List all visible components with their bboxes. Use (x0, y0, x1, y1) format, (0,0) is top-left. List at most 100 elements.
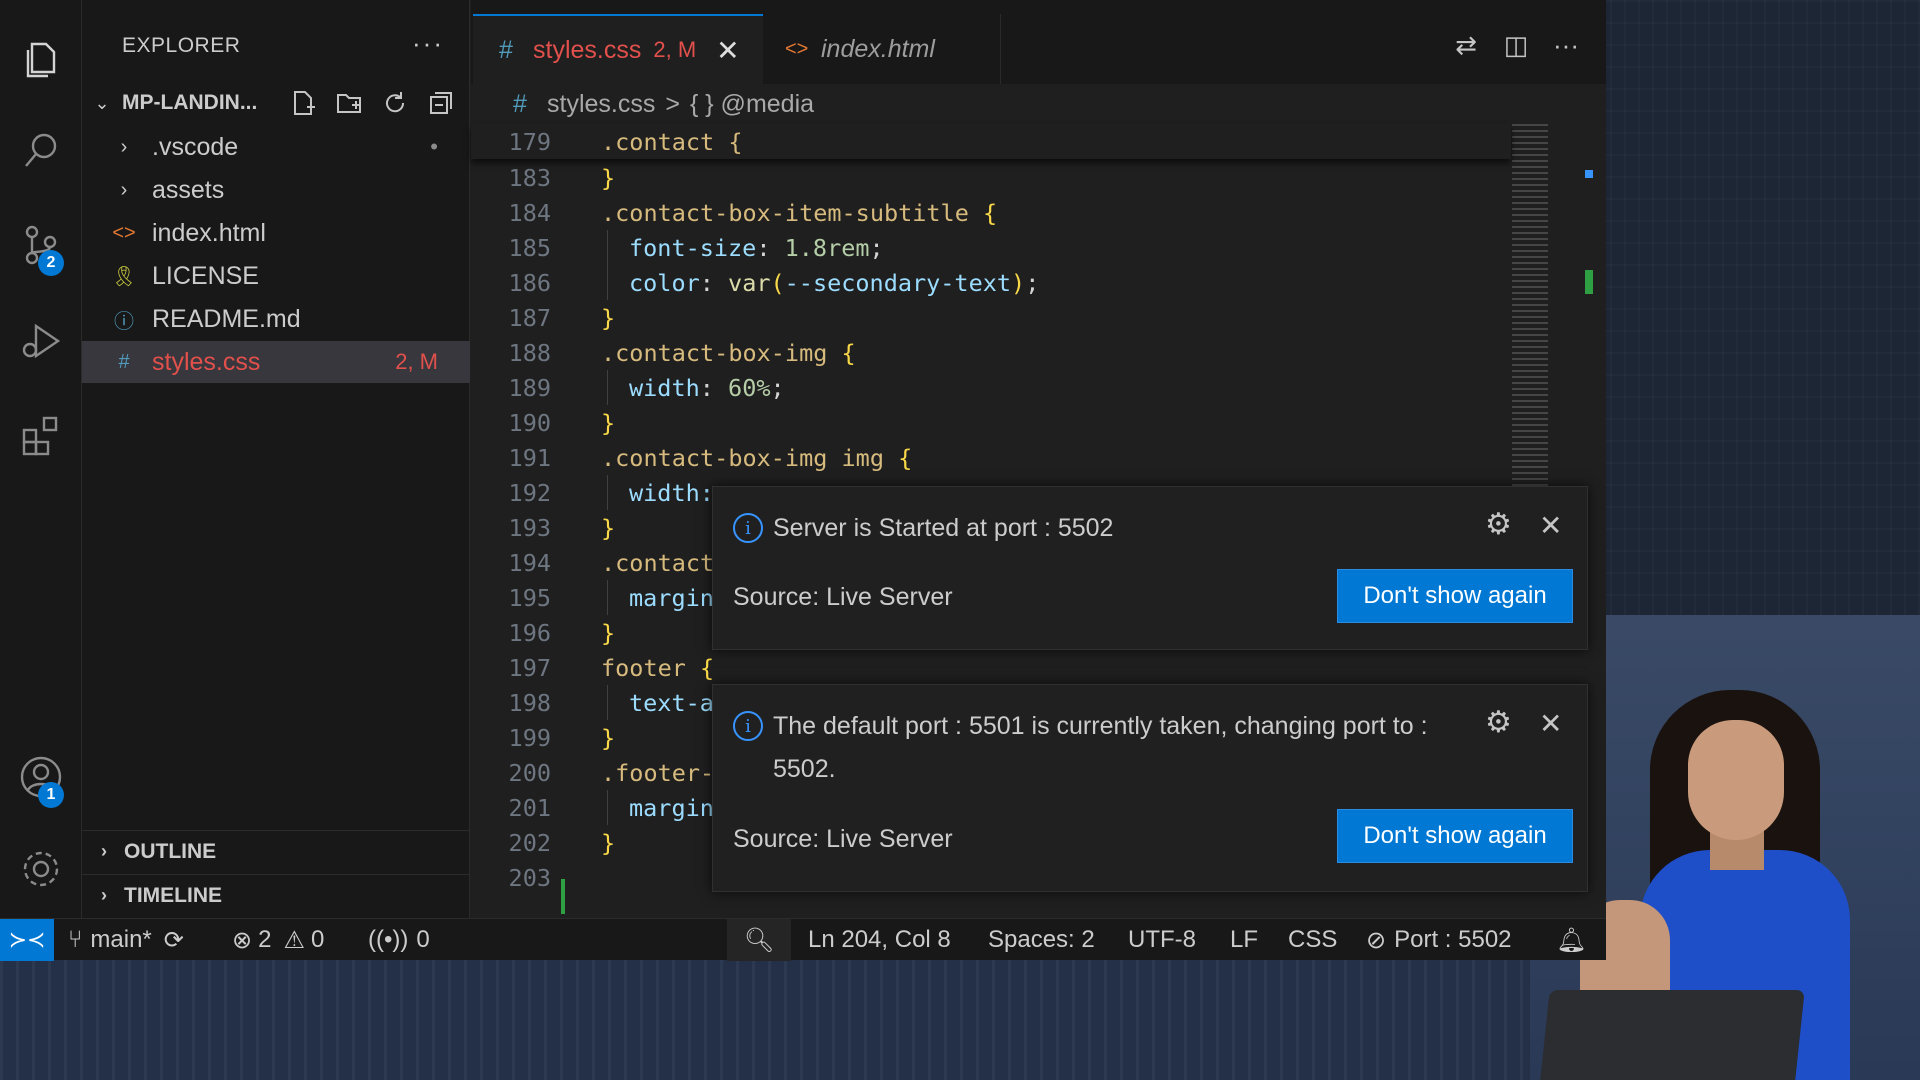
cursor-position[interactable]: Ln 204, Col 8 (808, 919, 951, 961)
line-number: 194 (508, 548, 551, 577)
timeline-section[interactable]: › TIMELINE (82, 874, 470, 916)
accounts-badge: 1 (38, 782, 64, 808)
code-line[interactable]: 197 footer { (471, 650, 1511, 685)
close-icon[interactable]: ✕ (1539, 509, 1562, 542)
accounts-icon[interactable]: 1 (0, 742, 82, 812)
html-icon: <> (785, 37, 809, 60)
dont-show-again-button[interactable]: Don't show again (1337, 809, 1573, 863)
more-actions-icon[interactable]: ··· (1541, 30, 1591, 61)
refresh-icon[interactable] (378, 86, 412, 120)
tree-item-assets[interactable]: › assets (82, 169, 470, 211)
new-folder-icon[interactable] (332, 86, 366, 120)
code-line[interactable]: 185 font-size: 1.8rem; (471, 230, 1511, 265)
tab-styles-css[interactable]: # styles.css 2, M ✕ (473, 14, 763, 84)
code-line[interactable]: 187} (471, 300, 1511, 335)
dont-show-again-button[interactable]: Don't show again (1337, 569, 1573, 623)
code-token: } (601, 303, 616, 332)
tree-item-readme-md[interactable]: ⓘ README.md (82, 298, 470, 340)
zoom-icon[interactable]: 🔍︎ (727, 919, 791, 961)
notifications-bell-icon[interactable]: 🔔︎ (1556, 919, 1586, 961)
settings-gear-icon[interactable] (0, 834, 82, 904)
notification-source: Source: Live Server (733, 825, 953, 853)
new-file-icon[interactable] (286, 86, 320, 120)
breadcrumb-file[interactable]: styles.css (547, 90, 655, 119)
tab-label: styles.css (533, 35, 642, 64)
code-text: footer { (601, 654, 714, 682)
code-line[interactable]: 191 .contact-box-img img { (471, 440, 1511, 475)
code-token: } (601, 618, 616, 647)
live-server-status[interactable]: ⊘ Port : 5502 (1366, 919, 1512, 961)
problems-status[interactable]: ⊗ 2 ⚠ 0 (232, 919, 324, 961)
code-text: } (601, 164, 615, 192)
collapse-all-icon[interactable] (424, 86, 458, 120)
code-token: ; (1025, 268, 1040, 297)
compare-changes-icon[interactable]: ⇄ (1441, 30, 1491, 61)
indent-guide (607, 370, 608, 405)
language-mode[interactable]: CSS (1288, 919, 1337, 961)
outline-section[interactable]: › OUTLINE (82, 830, 470, 872)
line-number: 199 (508, 723, 551, 752)
code-token: width (629, 373, 700, 402)
scrollbar-marker-added (1585, 270, 1593, 294)
code-text: width: 60%; (629, 374, 785, 402)
end-of-line[interactable]: LF (1230, 919, 1258, 961)
tree-item--vscode[interactable]: › .vscode • (82, 126, 470, 168)
notification-settings-gear-icon[interactable]: ⚙ (1485, 507, 1512, 542)
extensions-icon[interactable] (0, 400, 82, 470)
chevron-right-icon: › (120, 135, 128, 158)
explorer-icon[interactable] (0, 24, 82, 94)
encoding[interactable]: UTF-8 (1128, 919, 1196, 961)
info-icon: i (733, 711, 763, 741)
explorer-more-icon[interactable]: ··· (412, 28, 444, 59)
tree-item-styles-css[interactable]: # styles.css 2, M (82, 341, 470, 383)
chevron-right-icon: › (120, 178, 128, 201)
laptop (1540, 990, 1805, 1080)
line-number: 187 (508, 303, 551, 332)
search-icon[interactable] (0, 116, 82, 186)
editor-tab-bar: # styles.css 2, M ✕ <> index.html ⇄ ◫ ··… (471, 0, 1606, 84)
breadcrumb-symbol[interactable]: { } @media (690, 90, 814, 119)
code-token: } (601, 828, 616, 857)
explorer-sidebar: EXPLORER ··· ⌄ MP-LANDIN... › .vscode • › as… (82, 0, 470, 918)
presenter-face (1688, 720, 1784, 840)
close-icon[interactable]: ✕ (1539, 707, 1562, 740)
code-line[interactable]: 186 color: var(--secondary-text); (471, 265, 1511, 300)
code-token: } (601, 723, 616, 752)
ports-status[interactable]: ((•)) 0 (368, 919, 430, 961)
sticky-scroll-line[interactable]: 179 .contact { (471, 124, 1511, 159)
split-editor-icon[interactable]: ◫ (1491, 30, 1541, 61)
code-line[interactable]: 190} (471, 405, 1511, 440)
indentation[interactable]: Spaces: 2 (988, 919, 1095, 961)
tab-status: 2, M (653, 37, 697, 62)
live-server-port: Port : 5502 (1394, 926, 1512, 953)
sync-icon[interactable]: ⟳ (164, 926, 184, 955)
tree-item-license[interactable]: 🎗 LICENSE (82, 255, 470, 297)
code-text: text-a (629, 689, 714, 717)
code-token: var (728, 268, 771, 297)
source-control-icon[interactable]: 2 (0, 210, 82, 280)
info-icon: ⓘ (114, 310, 134, 333)
branch-status[interactable]: ⑂ main* ⟳ (68, 919, 184, 961)
line-number: 201 (508, 793, 551, 822)
workspace-folder-header[interactable]: ⌄ MP-LANDIN... (82, 86, 470, 120)
run-debug-icon[interactable] (0, 306, 82, 376)
code-token: --secondary-text (784, 268, 1012, 297)
warning-count: 0 (310, 926, 325, 953)
license-icon: 🎗 (111, 265, 137, 288)
code-text: color: var(--secondary-text); (629, 269, 1039, 297)
outline-label: OUTLINE (124, 839, 217, 863)
code-line[interactable]: 184 .contact-box-item-subtitle { (471, 195, 1511, 230)
git-branch-icon: ⑂ (68, 926, 83, 953)
remote-indicator-icon[interactable]: ≻≺ (0, 919, 54, 961)
tree-item-index-html[interactable]: <> index.html (82, 212, 470, 254)
code-line[interactable]: 183} (471, 160, 1511, 195)
code-line[interactable]: 189 width: 60%; (471, 370, 1511, 405)
notification-settings-gear-icon[interactable]: ⚙ (1485, 705, 1512, 740)
line-number: 183 (508, 163, 551, 192)
notification-server-started: i Server is Started at port : 5502 ⚙ ✕ S… (712, 486, 1588, 650)
indent-guide (607, 265, 608, 300)
close-icon[interactable]: ✕ (716, 34, 739, 67)
tab-index-html[interactable]: <> index.html (765, 14, 1001, 84)
html-icon: <> (112, 221, 136, 244)
code-line[interactable]: 188 .contact-box-img { (471, 335, 1511, 370)
